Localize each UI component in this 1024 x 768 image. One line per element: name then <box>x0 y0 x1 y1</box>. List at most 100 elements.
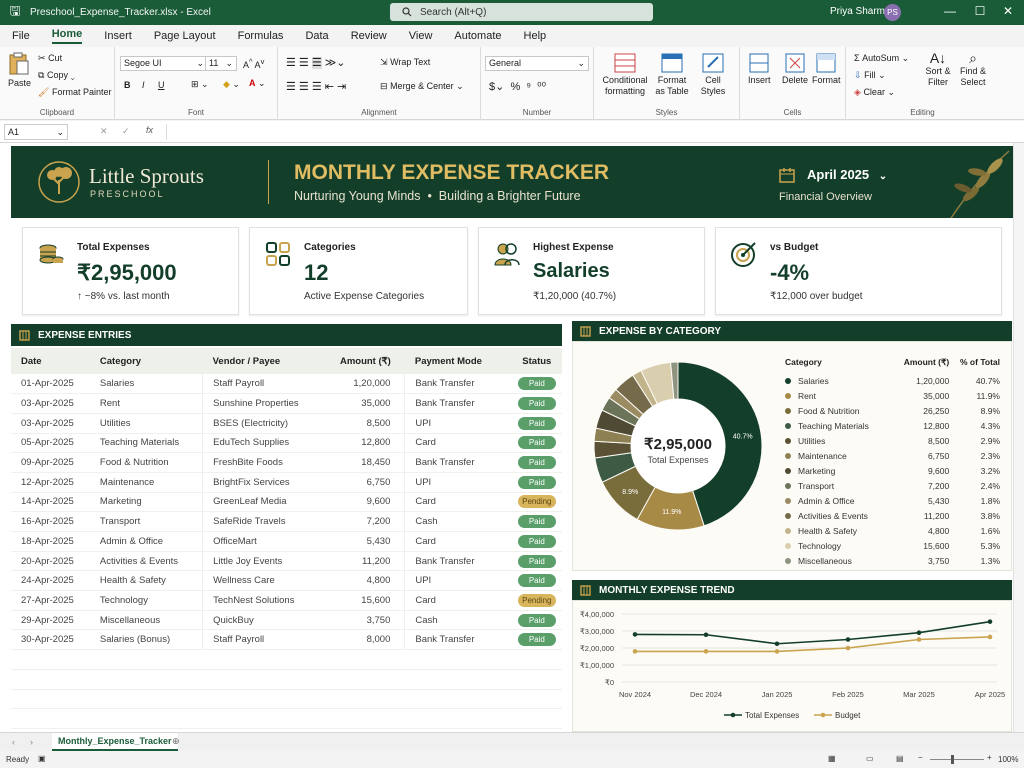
number-format-select[interactable]: General ⌄ <box>485 56 589 71</box>
zoom-in-icon[interactable]: + <box>987 753 992 762</box>
cell[interactable]: FreshBite Foods <box>202 452 324 473</box>
cell[interactable] <box>202 708 324 729</box>
column-header[interactable]: Payment Mode <box>404 348 502 374</box>
left-align-button[interactable]: ☰ ☰ ☰ ⇤ ⇥ <box>286 80 346 93</box>
data-point[interactable] <box>703 649 709 654</box>
tab-formulas[interactable]: Formulas <box>238 30 284 42</box>
zoom-thumb[interactable] <box>951 755 954 764</box>
empty-row[interactable] <box>11 649 562 670</box>
cell[interactable]: 11,200 <box>323 551 405 572</box>
table-row[interactable]: 05-Apr-2025 Teaching Materials EduTech Sup… <box>11 433 562 454</box>
cell[interactable]: Staff Payroll <box>202 374 324 395</box>
cell[interactable]: Rent <box>89 393 203 414</box>
cell[interactable]: Paid <box>501 531 562 552</box>
cell[interactable]: Bank Transfer <box>404 393 502 414</box>
merge-center-button[interactable]: ⊟ Merge & Center ⌄ <box>380 81 464 92</box>
tab-review[interactable]: Review <box>351 30 387 42</box>
cell[interactable]: UPI <box>404 413 502 434</box>
cell[interactable]: 12,800 <box>323 433 405 454</box>
accessibility-icon[interactable]: ▣ <box>38 754 46 763</box>
data-point[interactable] <box>774 641 780 647</box>
font-size-select[interactable]: 11 ⌄ <box>205 56 237 71</box>
cell[interactable]: Bank Transfer <box>404 551 502 572</box>
cell[interactable] <box>89 689 203 710</box>
cell[interactable]: Paid <box>501 610 562 631</box>
cell[interactable]: 7,200 <box>323 511 405 532</box>
cell[interactable]: QuickBuy <box>202 610 324 631</box>
cell[interactable]: GreenLeaf Media <box>202 492 324 513</box>
border-button[interactable]: ⊞ ⌄ <box>191 79 209 90</box>
cell[interactable]: UPI <box>404 472 502 493</box>
cell[interactable]: Paid <box>501 413 562 434</box>
table-row[interactable]: 30-Apr-2025 Salaries (Bonus) Staff Payroll… <box>11 629 562 651</box>
cell[interactable] <box>11 708 90 729</box>
data-point[interactable] <box>845 637 851 642</box>
minimize-icon[interactable]: — <box>940 4 960 18</box>
cell[interactable] <box>202 669 324 690</box>
cell[interactable]: 9,600 <box>323 492 405 513</box>
cell[interactable]: SafeRide Travels <box>202 511 324 532</box>
currency-button[interactable]: $⌄ % ⁹ ⁰⁰ <box>489 80 546 93</box>
cell[interactable]: Paid <box>501 551 562 572</box>
cancel-icon[interactable]: ✕ <box>100 126 108 137</box>
cell-styles-button[interactable]: Cell Styles <box>696 53 730 97</box>
add-sheet-icon[interactable]: ⊕ <box>172 736 180 747</box>
close-icon[interactable]: ✕ <box>998 4 1018 18</box>
tab-automate[interactable]: Automate <box>454 30 501 42</box>
tab-help[interactable]: Help <box>524 30 547 42</box>
data-point[interactable] <box>987 619 993 624</box>
tab-page-layout[interactable]: Page Layout <box>154 30 216 42</box>
cell[interactable]: 29-Apr-2025 <box>11 610 90 631</box>
tab-view[interactable]: View <box>409 30 433 42</box>
cell[interactable] <box>404 649 502 670</box>
function-icon[interactable]: fx <box>146 125 153 135</box>
worksheet[interactable]: Little Sprouts PRESCHOOL MONTHLY EXPENSE… <box>0 143 1024 732</box>
column-header[interactable]: Status <box>501 348 562 374</box>
cell[interactable]: 01-Apr-2025 <box>11 374 90 395</box>
cell[interactable]: 8,000 <box>323 629 405 651</box>
column-header[interactable]: Amount (₹) <box>323 348 405 374</box>
sheet-tab-active[interactable]: Monthly_Expense_Tracker <box>52 733 178 751</box>
cell[interactable]: Cash <box>404 610 502 631</box>
cell[interactable]: Paid <box>501 433 562 454</box>
cut-button[interactable]: ✂ Cut <box>38 53 62 64</box>
top-align-button[interactable]: ☰ ☰ ☰ ≫⌄ <box>286 56 346 69</box>
paste-button[interactable]: Paste <box>8 52 31 88</box>
cell[interactable]: Maintenance <box>89 472 203 493</box>
check-icon[interactable]: ✓ <box>122 126 130 137</box>
cell[interactable] <box>202 649 324 670</box>
name-box[interactable]: A1 ⌄ <box>4 124 68 140</box>
table-row[interactable]: 03-Apr-2025 Rent Sunshine Properties 35,000… <box>11 393 562 414</box>
cell[interactable] <box>11 669 90 690</box>
cell[interactable] <box>89 708 203 729</box>
cell[interactable]: 5,430 <box>323 531 405 552</box>
cell[interactable]: 20-Apr-2025 <box>11 551 90 572</box>
data-point[interactable] <box>632 649 638 654</box>
table-row[interactable]: 24-Apr-2025 Health & Safety Wellness Care 4… <box>11 570 562 592</box>
cell[interactable]: Card <box>404 531 502 552</box>
table-row[interactable]: 18-Apr-2025 Admin & Office OfficeMart 5,430… <box>11 531 562 552</box>
cell[interactable]: Paid <box>501 629 562 651</box>
cell[interactable]: Pending <box>501 590 562 611</box>
cell[interactable]: Pending <box>501 492 562 513</box>
cell[interactable]: BSES (Electricity) <box>202 413 324 434</box>
conditional-formatting-button[interactable]: Conditional formatting <box>602 53 648 97</box>
cell[interactable]: Staff Payroll <box>202 629 324 651</box>
cell[interactable]: Salaries (Bonus) <box>89 629 203 651</box>
cell[interactable]: Paid <box>501 374 562 395</box>
tab-insert[interactable]: Insert <box>104 30 132 42</box>
formula-input[interactable] <box>166 124 1018 140</box>
tab-home[interactable]: Home <box>51 28 83 44</box>
maximize-icon[interactable]: ☐ <box>970 4 990 18</box>
column-header[interactable]: Category <box>89 348 203 374</box>
period-selector[interactable]: April 2025 ⌄ <box>807 167 887 182</box>
cell[interactable] <box>501 708 562 729</box>
cell[interactable]: Paid <box>501 511 562 532</box>
cell[interactable] <box>404 669 502 690</box>
cell[interactable] <box>501 689 562 710</box>
cell[interactable]: 05-Apr-2025 <box>11 433 90 454</box>
cell[interactable] <box>323 669 405 690</box>
cell[interactable]: Sunshine Properties <box>202 393 324 414</box>
cell[interactable]: 27-Apr-2025 <box>11 590 90 611</box>
table-row[interactable]: 09-Apr-2025 Food & Nutrition FreshBite Foo… <box>11 452 562 473</box>
